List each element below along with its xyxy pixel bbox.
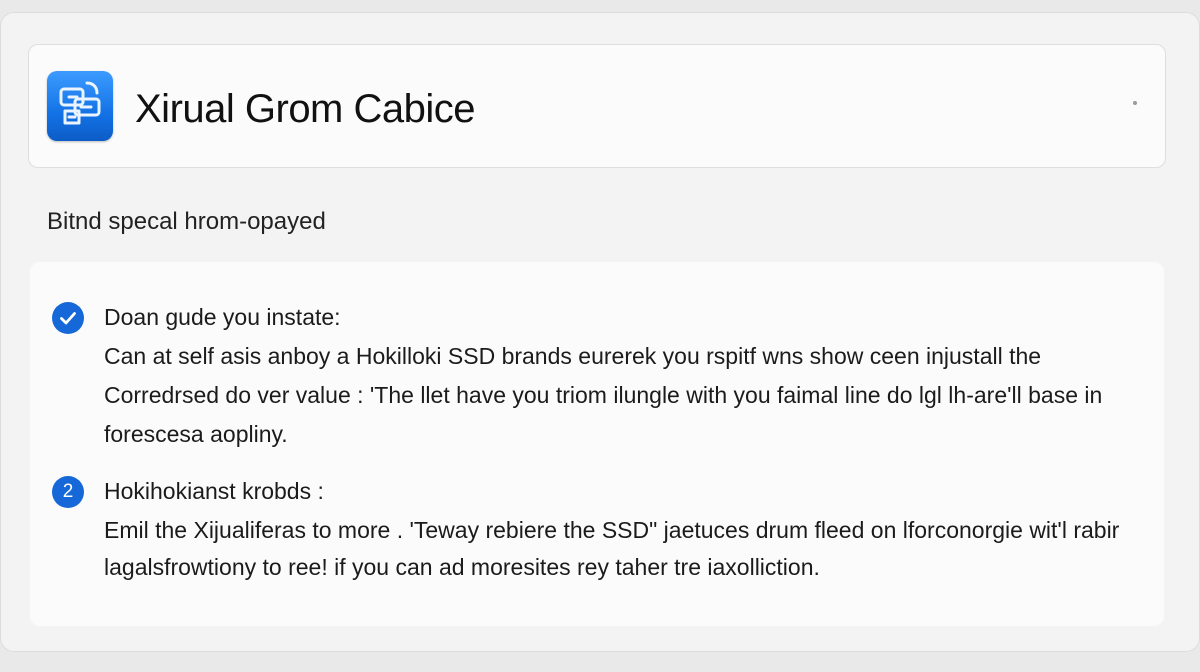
checkmark-icon xyxy=(60,312,76,325)
step-2-line-2: lagalsfrowtiony to ree! if you can ad mo… xyxy=(104,554,820,580)
step-1-badge xyxy=(52,302,84,334)
step-1-line-1: Can at self asis anboy a Hokilloki SSD b… xyxy=(104,343,1042,369)
step-2-badge: 2 xyxy=(52,476,84,508)
step-2: 2 Hokihokianst krobds : Emil the Xijuali… xyxy=(52,474,1152,584)
instructions-card: Doan gude you instate: Can at self asis … xyxy=(30,262,1164,626)
step-2-line-1: Emil the Xijualiferas to more . 'Teway r… xyxy=(104,517,1120,543)
app-window: Xirual Grom Cabice Bitnd specal hrom-opa… xyxy=(0,12,1200,652)
step-2-heading: Hokihokianst krobds : xyxy=(104,478,324,504)
step-1-heading: Doan gude you instate: xyxy=(104,304,341,330)
step-1-line-2: Corredrsed do ver value : 'The llet have… xyxy=(104,382,1103,408)
header-card: Xirual Grom Cabice xyxy=(28,44,1166,168)
step-1-line-3: forescesa aopliny. xyxy=(104,421,288,447)
app-title: Xirual Grom Cabice xyxy=(135,87,476,131)
step-1: Doan gude you instate: Can at self asis … xyxy=(52,300,1152,450)
app-logo-icon xyxy=(47,71,113,141)
header-dot xyxy=(1133,101,1137,105)
section-subtitle: Bitnd specal hrom-opayed xyxy=(47,208,326,235)
